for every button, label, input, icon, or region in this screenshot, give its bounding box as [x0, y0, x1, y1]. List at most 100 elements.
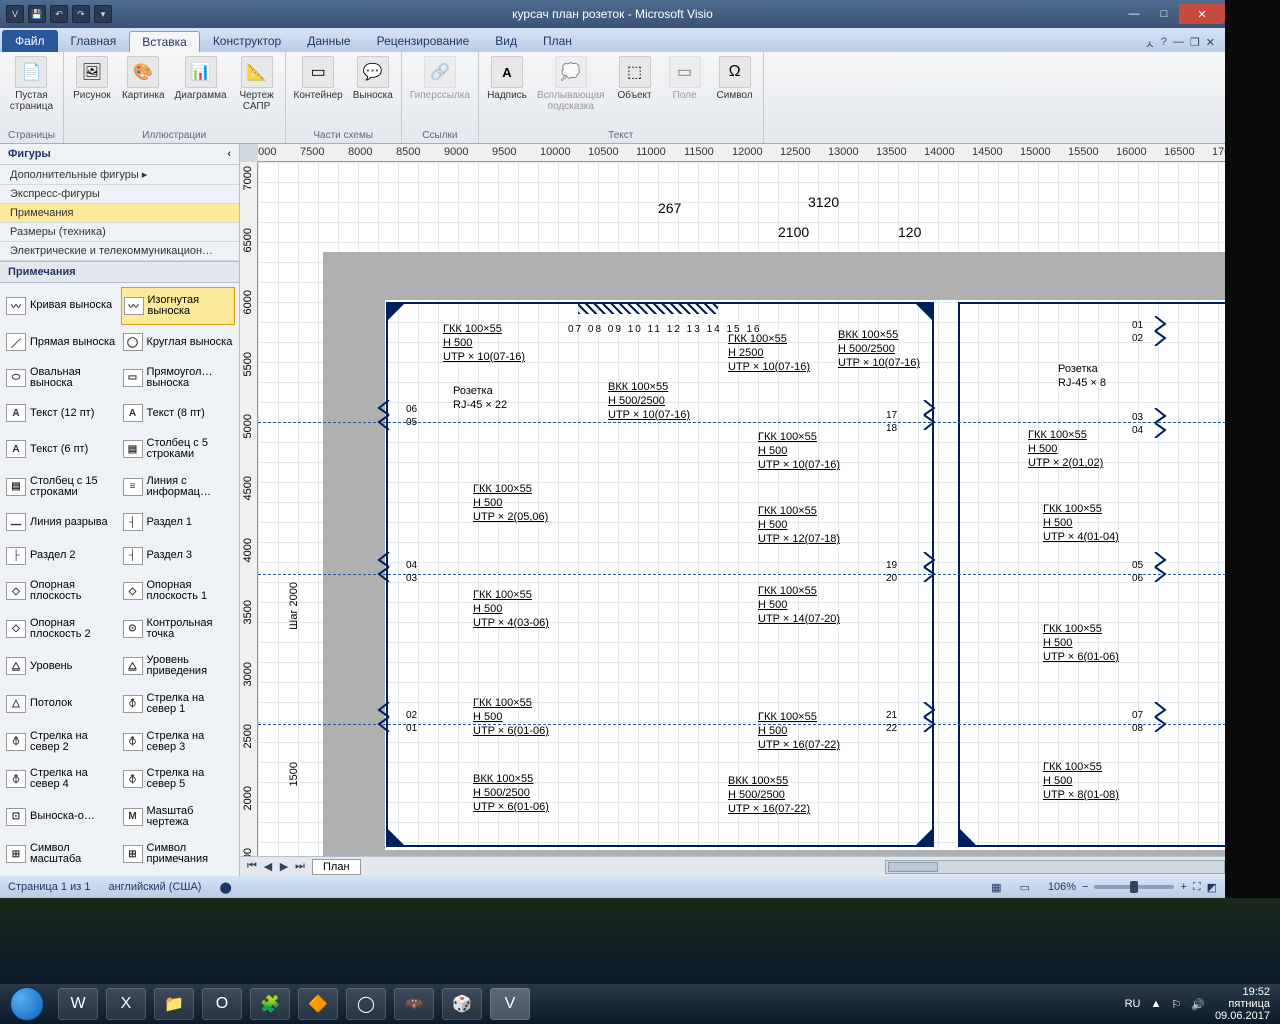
stencil-shape[interactable]: ⊙Контрольная точка	[121, 611, 236, 647]
view-normal-icon[interactable]: ▦	[991, 881, 1001, 894]
drawing-canvas[interactable]: 267 3120 2100 120	[258, 162, 1225, 856]
macro-record-icon[interactable]: ⬤	[219, 881, 231, 894]
stencil-shape[interactable]: ◯Круглая выноска	[121, 327, 236, 359]
stencil-shape[interactable]: ⦽Стрелка на север 4	[4, 761, 119, 797]
symbol-button[interactable]: ΩСимвол	[715, 56, 755, 101]
ribbon-minimize-icon[interactable]: ㅅ	[1145, 36, 1155, 52]
tab-prev-icon[interactable]: ◀	[260, 860, 276, 873]
tray-network-icon[interactable]: ⚐	[1171, 998, 1181, 1011]
tab-data[interactable]: Данные	[294, 30, 363, 52]
pan-zoom-icon[interactable]: ◩	[1207, 881, 1217, 894]
stencil-shape[interactable]: ◇Опорная плоскость 2	[4, 611, 119, 647]
close-button[interactable]: ✕	[1179, 4, 1225, 24]
screentip-button[interactable]: 💭Всплывающаяподсказка	[537, 56, 605, 112]
tray-flag-icon[interactable]: ▲	[1150, 998, 1161, 1010]
stencil-shape[interactable]: ◇Опорная плоскость	[4, 574, 119, 610]
maximize-button[interactable]: □	[1149, 4, 1179, 24]
tab-review[interactable]: Рецензирование	[364, 30, 483, 52]
stencil-shape[interactable]: ⬭Овальная выноска	[4, 360, 119, 396]
stencil-shape[interactable]: ⧋Уровень приведения	[121, 649, 236, 685]
tab-last-icon[interactable]: ⏭	[292, 860, 308, 873]
stencil-shape[interactable]: ⦽Стрелка на север 5	[121, 761, 236, 797]
doc-minimize-icon[interactable]: —	[1173, 36, 1184, 52]
taskbar-app-icon[interactable]: 🦇	[394, 988, 434, 1020]
taskbar-app-icon[interactable]: 🔶	[298, 988, 338, 1020]
stencil-shape[interactable]: ▭Прямоугол… выноска	[121, 360, 236, 396]
doc-restore-icon[interactable]: ❐	[1190, 36, 1200, 52]
qat-customize-icon[interactable]: ▾	[94, 5, 112, 23]
tray-clock[interactable]: 19:52 пятница 09.06.2017	[1215, 986, 1270, 1022]
tab-home[interactable]: Главная	[58, 30, 130, 52]
redo-icon[interactable]: ↷	[72, 5, 90, 23]
zoom-level[interactable]: 106%	[1048, 881, 1076, 893]
stencil-shape[interactable]: ⦽Стрелка на север 3	[121, 724, 236, 760]
fit-page-icon[interactable]: ⛶	[1193, 881, 1201, 894]
tray-lang[interactable]: RU	[1125, 998, 1141, 1010]
zoom-in-button[interactable]: +	[1180, 881, 1186, 893]
view-presentation-icon[interactable]: ▭	[1019, 881, 1029, 894]
tab-first-icon[interactable]: ⏮	[244, 860, 260, 873]
stencil-shape[interactable]: △Потолок	[4, 686, 119, 722]
stencil-shape[interactable]: ⊡Выноска-о…	[4, 799, 119, 835]
stencil-shape[interactable]: ⦽Стрелка на север 2	[4, 724, 119, 760]
stencil-shape[interactable]: ⊞Символ примечания	[121, 836, 236, 872]
clipart-button[interactable]: 🎨Картинка	[122, 56, 165, 101]
taskbar-word-icon[interactable]: W	[58, 988, 98, 1020]
zoom-slider[interactable]	[1094, 885, 1174, 889]
page-tab[interactable]: План	[312, 859, 361, 875]
shapes-category[interactable]: Размеры (техника)	[0, 223, 239, 242]
stencil-shape[interactable]: ┤Раздел 1	[121, 506, 236, 538]
tab-view[interactable]: Вид	[482, 30, 530, 52]
taskbar-chrome-icon[interactable]: ◯	[346, 988, 386, 1020]
doc-close-icon[interactable]: ✕	[1206, 36, 1215, 52]
stencil-shape[interactable]: ≡Линия с информац…	[121, 469, 236, 505]
stencil-shape[interactable]: 〰Кривая выноска	[4, 287, 119, 325]
help-icon[interactable]: ?	[1161, 36, 1167, 52]
stencil-shape[interactable]: ▤Столбец с 5 строками	[121, 431, 236, 467]
stencil-shape[interactable]: ／Прямая выноска	[4, 327, 119, 359]
stencil-shape[interactable]: ⧋Уровень	[4, 649, 119, 685]
chart-button[interactable]: 📊Диаграмма	[175, 56, 227, 101]
shapes-pane-chevron-icon[interactable]: ‹	[227, 148, 231, 160]
textbox-button[interactable]: AНадпись	[487, 56, 527, 101]
shapes-category[interactable]: Примечания	[0, 204, 239, 223]
object-button[interactable]: ⬚Объект	[615, 56, 655, 101]
stencil-shape[interactable]: AТекст (8 пт)	[121, 398, 236, 430]
shapes-category[interactable]: Электрические и телекоммуникацион…	[0, 242, 239, 261]
container-button[interactable]: ▭Контейнер	[294, 56, 343, 101]
cad-button[interactable]: 📐ЧертежСАПР	[237, 56, 277, 112]
callout-button[interactable]: 💬Выноска	[353, 56, 393, 101]
taskbar-excel-icon[interactable]: X	[106, 988, 146, 1020]
stencil-shape[interactable]: ┤Раздел 3	[121, 540, 236, 572]
stencil-shape[interactable]: MMasштаб чертежа	[121, 799, 236, 835]
tray-volume-icon[interactable]: 🔊	[1191, 998, 1205, 1011]
zoom-out-button[interactable]: −	[1082, 881, 1088, 893]
shapes-category[interactable]: Экспресс-фигуры	[0, 185, 239, 204]
start-button[interactable]	[0, 984, 54, 1024]
hyperlink-button[interactable]: 🔗Гиперссылка	[410, 56, 470, 101]
stencil-shape[interactable]: AТекст (12 пт)	[4, 398, 119, 430]
taskbar-opera-icon[interactable]: O	[202, 988, 242, 1020]
horizontal-scrollbar[interactable]	[885, 860, 1225, 874]
save-icon[interactable]: 💾	[28, 5, 46, 23]
stencil-shape[interactable]: ├Раздел 2	[4, 540, 119, 572]
tab-design[interactable]: Конструктор	[200, 30, 294, 52]
shapes-category[interactable]: Дополнительные фигуры ▸	[0, 165, 239, 185]
tab-file[interactable]: Файл	[2, 30, 58, 52]
undo-icon[interactable]: ↶	[50, 5, 68, 23]
stencil-shape[interactable]: ▤Столбец с 15 строками	[4, 469, 119, 505]
taskbar-explorer-icon[interactable]: 📁	[154, 988, 194, 1020]
picture-button[interactable]: 🖼Рисунок	[72, 56, 112, 101]
stencil-shape[interactable]: ⎼Линия разрыва	[4, 506, 119, 538]
taskbar-app-icon[interactable]: 🧩	[250, 988, 290, 1020]
stencil-shape[interactable]: ⊞Символ масштаба	[4, 836, 119, 872]
blank-page-button[interactable]: 📄Пустаястраница	[10, 56, 53, 112]
stencil-shape[interactable]: AТекст (6 пт)	[4, 431, 119, 467]
stencil-shape[interactable]: 〰Изогнутая выноска	[121, 287, 236, 325]
tab-next-icon[interactable]: ▶	[276, 860, 292, 873]
tab-insert[interactable]: Вставка	[129, 31, 200, 52]
taskbar-app-icon[interactable]: 🎲	[442, 988, 482, 1020]
taskbar-visio-icon[interactable]: V	[490, 988, 530, 1020]
minimize-button[interactable]: —	[1119, 4, 1149, 24]
stencil-shape[interactable]: ◇Опорная плоскость 1	[121, 574, 236, 610]
